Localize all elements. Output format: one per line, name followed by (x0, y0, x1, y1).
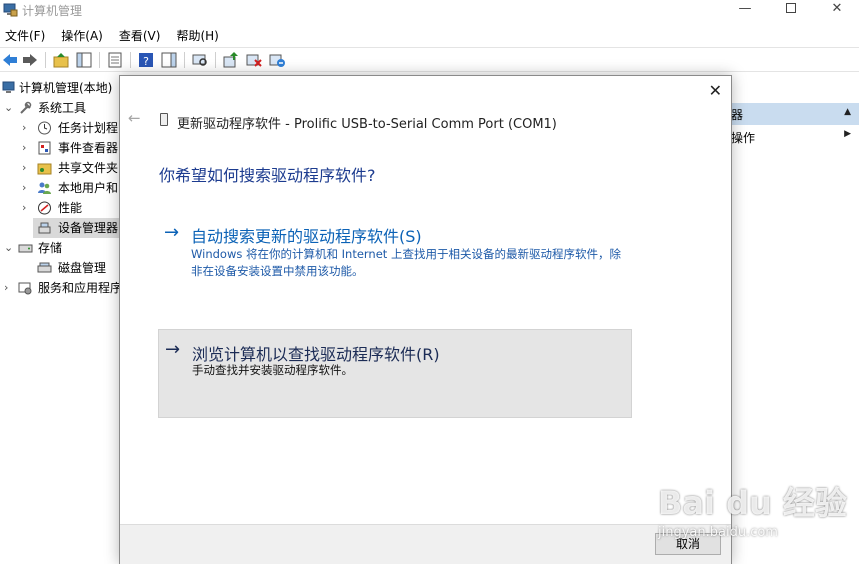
tree-item-task-scheduler[interactable]: › 任务计划程 (0, 118, 122, 138)
tree-item-performance[interactable]: › 性能 (0, 198, 122, 218)
users-icon (38, 182, 51, 194)
tree-item-shared-folders[interactable]: › 共享文件夹 (0, 158, 122, 178)
toolbar-separator (45, 52, 46, 68)
chevron-right-icon[interactable]: › (22, 178, 32, 198)
usb-device-icon (160, 113, 168, 126)
minimize-button[interactable]: — (722, 0, 768, 22)
browse-computer-description: 手动查找并安装驱动程序软件。 (192, 363, 353, 377)
uninstall-device-icon[interactable] (268, 51, 286, 69)
menu-bar: 文件(F) 操作(A) 查看(V) 帮助(H) (0, 24, 859, 46)
forward-arrow-icon[interactable] (21, 51, 39, 69)
tree-label: 本地用户和 (58, 181, 119, 195)
maximize-icon (786, 3, 796, 13)
tree-item-system-tools[interactable]: ⌄ 系统工具 (0, 98, 122, 118)
event-viewer-icon (38, 141, 51, 155)
toolbar-separator (215, 52, 216, 68)
tools-icon (20, 101, 32, 114)
dialog-footer: 取消 (120, 524, 731, 564)
menu-help[interactable]: 帮助(H) (171, 24, 223, 46)
collapse-up-icon[interactable]: ▲ (844, 107, 851, 117)
tree-label: 存储 (38, 241, 63, 255)
chevron-down-icon[interactable]: ⌄ (4, 238, 14, 258)
clock-icon (38, 121, 51, 135)
disable-device-icon[interactable] (245, 51, 263, 69)
help-icon[interactable]: ? (137, 51, 155, 69)
tree-label: 计算机管理(本地) (19, 81, 113, 95)
dialog-close-button[interactable]: ✕ (709, 81, 722, 100)
baidu-watermark: Bai du 经验 jingyan.baidu.com (650, 478, 850, 548)
actions-header-label: 器 (731, 108, 744, 122)
computer-management-icon (2, 81, 15, 93)
actions-header[interactable]: 器 ▲ (731, 103, 859, 125)
tree-label: 磁盘管理 (58, 261, 107, 275)
chevron-down-icon[interactable]: ⌄ (4, 98, 14, 118)
title-bar: 计算机管理 — ✕ (0, 0, 859, 22)
tree-item-storage[interactable]: ⌄ 存储 (0, 238, 122, 258)
menu-view[interactable]: 查看(V) (114, 24, 166, 46)
auto-search-title: 自动搜索更新的驱动程序软件(S) (191, 227, 422, 246)
tree-item-event-viewer[interactable]: › 事件查看器 (0, 138, 122, 158)
toolbar-separator (130, 52, 131, 68)
arrow-right-icon: → (165, 339, 181, 360)
tree-label: 系统工具 (38, 101, 87, 115)
auto-search-option[interactable]: → 自动搜索更新的驱动程序软件(S) Windows 将在你的计算机和 Inte… (158, 216, 632, 286)
close-window-button[interactable]: ✕ (814, 0, 859, 22)
update-driver-icon[interactable] (222, 51, 240, 69)
back-arrow-icon[interactable]: ← (128, 109, 141, 127)
tree-root[interactable]: 计算机管理(本地) (0, 78, 122, 98)
tree-label: 性能 (58, 201, 83, 215)
chevron-right-icon[interactable]: › (22, 138, 32, 158)
tree-item-local-users[interactable]: › 本地用户和 (0, 178, 122, 198)
navigation-tree: 计算机管理(本地) ⌄ 系统工具 › 任务计划程 › 事件查看器 › 共享文件夹… (0, 78, 122, 564)
shared-folder-icon (37, 163, 52, 175)
tree-label: 共享文件夹 (58, 161, 119, 175)
dialog-header: 更新驱动程序软件 - Prolific USB-to-Serial Comm P… (177, 117, 557, 132)
toolbar-separator (99, 52, 100, 68)
back-arrow-icon[interactable] (1, 51, 19, 69)
update-driver-dialog: ✕ ← 更新驱动程序软件 - Prolific USB-to-Serial Co… (119, 75, 732, 564)
disk-management-icon (37, 262, 52, 273)
auto-search-description: Windows 将在你的计算机和 Internet 上查找用于相关设备的最新驱动… (191, 247, 621, 278)
dialog-question: 你希望如何搜索驱动程序软件? (159, 166, 376, 185)
submenu-arrow-icon[interactable]: ▶ (844, 129, 851, 139)
tree-label: 服务和应用程序 (38, 281, 122, 295)
watermark-url: jingyan.baidu.com (658, 525, 778, 540)
scan-hardware-icon[interactable] (191, 51, 209, 69)
chevron-right-icon[interactable]: › (22, 118, 32, 138)
show-hide-tree-icon[interactable] (75, 51, 93, 69)
action-pane-icon[interactable] (160, 51, 178, 69)
tree-item-services-apps[interactable]: › 服务和应用程序 (0, 278, 122, 298)
tree-label: 任务计划程 (58, 121, 119, 135)
maximize-button[interactable] (768, 0, 814, 22)
more-actions-label[interactable]: 操作 (731, 129, 755, 146)
tree-label: 设备管理器 (58, 221, 119, 235)
computer-management-icon (3, 3, 18, 17)
services-icon (18, 282, 32, 295)
tree-item-disk-management[interactable]: 磁盘管理 (0, 258, 122, 278)
toolbar: ? (0, 47, 859, 72)
performance-icon (38, 201, 51, 215)
browse-computer-option[interactable]: → 浏览计算机以查找驱动程序软件(R) 手动查找并安装驱动程序软件。 (158, 329, 632, 418)
storage-icon (18, 244, 33, 253)
up-folder-icon[interactable] (52, 51, 70, 69)
watermark-brand: Bai du 经验 (658, 484, 847, 522)
tree-item-device-manager[interactable]: 设备管理器 (33, 218, 122, 238)
chevron-right-icon[interactable]: › (22, 198, 32, 218)
chevron-right-icon[interactable]: › (4, 278, 14, 298)
menu-action[interactable]: 操作(A) (56, 24, 108, 46)
svg-text:?: ? (143, 55, 149, 68)
arrow-right-icon: → (164, 222, 180, 243)
device-manager-icon (38, 222, 51, 234)
menu-file[interactable]: 文件(F) (0, 24, 50, 46)
chevron-right-icon[interactable]: › (22, 158, 32, 178)
tree-label: 事件查看器 (58, 141, 119, 155)
window-title: 计算机管理 (22, 4, 83, 18)
toolbar-separator (184, 52, 185, 68)
properties-icon[interactable] (106, 51, 124, 69)
